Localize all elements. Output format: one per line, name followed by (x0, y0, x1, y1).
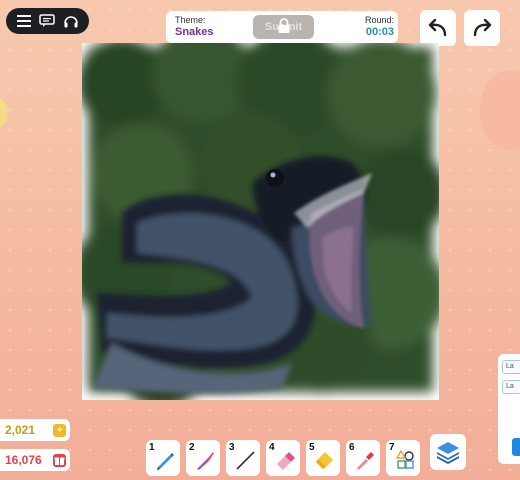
tool-key: 5 (309, 442, 315, 453)
tool-key: 2 (189, 442, 195, 453)
tool-line[interactable]: 3 (226, 440, 260, 476)
undo-button[interactable] (420, 10, 456, 46)
menu-icon[interactable] (14, 11, 34, 31)
layer-item[interactable]: La (502, 380, 520, 394)
gems-counter: 16,076 (0, 449, 70, 471)
tool-pen[interactable]: 1 (146, 440, 180, 476)
coins-counter: 2,021 + (0, 419, 70, 441)
tool-key: 6 (349, 442, 355, 453)
redo-icon (473, 19, 492, 37)
eraser-icon (277, 452, 295, 470)
layers-button[interactable] (430, 434, 466, 470)
top-left-toolbar (6, 8, 89, 34)
eyedropper-icon (357, 452, 374, 470)
headset-icon[interactable] (61, 11, 81, 31)
tool-eraser[interactable]: 4 (266, 440, 300, 476)
brush-icon (197, 452, 214, 470)
theme-round-bar: Theme: Snakes Submit Round: 00:03 (166, 11, 398, 43)
coins-value: 2,021 (5, 423, 36, 437)
layers-icon (437, 442, 459, 464)
theme-label: Theme: (175, 15, 206, 25)
fill-bucket-icon (316, 452, 333, 469)
tool-shapes[interactable]: 7 (386, 440, 420, 476)
chat-icon[interactable] (37, 11, 57, 31)
tool-key: 3 (229, 442, 235, 453)
add-layer-button[interactable] (512, 438, 520, 456)
round-timer: 00:03 (365, 26, 394, 38)
round-label: Round: (364, 15, 394, 25)
shapes-icon (395, 450, 414, 469)
tool-eyedropper[interactable]: 6 (346, 440, 380, 476)
gems-value: 16,076 (5, 453, 42, 467)
tool-brush[interactable]: 2 (186, 440, 220, 476)
line-icon (236, 451, 255, 470)
drawing-canvas[interactable] (82, 43, 439, 400)
undo-icon (428, 19, 447, 37)
tool-key: 7 (389, 442, 395, 453)
redo-button[interactable] (464, 10, 500, 46)
lock-icon (278, 18, 290, 33)
tool-key: 4 (269, 442, 275, 453)
layer-item[interactable]: La (502, 360, 520, 374)
theme-value: Snakes (175, 26, 214, 38)
add-coins-button[interactable]: + (53, 423, 66, 437)
gift-icon[interactable] (53, 453, 66, 467)
snake-painting (82, 43, 439, 400)
tool-key: 1 (149, 442, 155, 453)
layers-panel: La La (498, 354, 520, 464)
pen-icon (157, 453, 174, 470)
tool-fill[interactable]: 5 (306, 440, 340, 476)
